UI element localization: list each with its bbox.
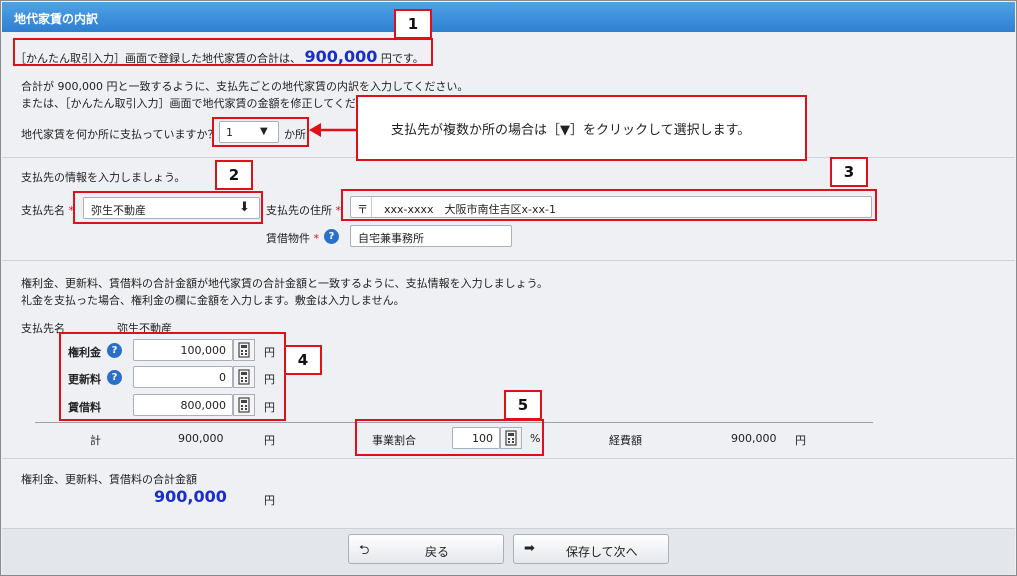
payee-name-label-text: 支払先名 <box>21 204 65 217</box>
property-label-text: 賃借物件 <box>266 232 310 245</box>
expense-value: 900,000 <box>731 432 777 445</box>
expense-label: 経費額 <box>609 434 642 447</box>
save-next-button[interactable]: ➡ 保存して次へ <box>513 534 669 564</box>
highlight-box-2 <box>73 191 263 224</box>
save-next-button-label: 保存して次へ <box>566 545 638 559</box>
highlight-box-4 <box>59 332 286 421</box>
property-value: 自宅兼事務所 <box>358 232 424 245</box>
highlight-box-5 <box>355 419 544 456</box>
intro-line-1: 合計が 900,000 円と一致するように、支払先ごとの地代家賃の内訳を入力して… <box>21 80 469 93</box>
total-label: 計 <box>90 434 101 447</box>
amount-instruction-1: 権利金、更新料、賃借料の合計金額が地代家賃の合計金額と一致するように、支払情報を… <box>21 277 549 290</box>
footer-bar <box>2 529 1015 575</box>
required-mark: * <box>313 232 320 245</box>
marker-1: 1 <box>394 9 432 39</box>
grand-total-value: 900,000 <box>154 487 227 506</box>
marker-5: 5 <box>504 390 542 420</box>
highlight-box-3 <box>341 189 877 221</box>
back-arrow-icon: ⮌ <box>359 543 370 558</box>
expense-unit: 円 <box>795 434 806 447</box>
grand-total-section: 権利金、更新料、賃借料の合計金額 900,000 円 <box>2 459 1015 529</box>
payee-name-label: 支払先名 * <box>21 202 74 218</box>
back-button[interactable]: ⮌ 戻る <box>348 534 504 564</box>
back-button-label: 戻る <box>425 545 450 559</box>
forward-arrow-icon: ➡ <box>524 541 535 556</box>
callout-text: 支払先が複数か所の場合は［▼］をクリックして選択します。 <box>391 123 751 138</box>
total-unit: 円 <box>264 434 275 447</box>
payee-address-label-text: 支払先の住所 <box>266 204 332 217</box>
total-value: 900,000 <box>178 432 224 445</box>
property-label: 賃借物件 * <box>266 230 319 246</box>
dialog-window: 地代家賃の内訳 ［かんたん取引入力］画面で登録した地代家賃の合計は、 900,0… <box>0 0 1017 576</box>
count-question: 地代家賃を何か所に支払っていますか？ <box>21 128 219 141</box>
marker-4: 4 <box>284 345 322 375</box>
payee-address-label: 支払先の住所 * <box>266 202 341 218</box>
payee-prompt: 支払先の情報を入力しましょう。 <box>21 171 186 184</box>
highlight-box-1 <box>13 38 433 66</box>
property-field[interactable]: 自宅兼事務所 <box>350 225 512 247</box>
help-icon[interactable]: ? <box>324 229 339 244</box>
amount-instruction-2: 礼金を支払った場合、権利金の欄に金額を入力します。敷金は入力しません。 <box>21 294 405 307</box>
intro-line-2: または、［かんたん取引入力］画面で地代家賃の金額を修正してくだ <box>21 97 356 110</box>
grand-total-unit: 円 <box>264 494 275 507</box>
grand-total-label: 権利金、更新料、賃借料の合計金額 <box>21 473 197 486</box>
highlight-box-count <box>212 117 309 147</box>
callout-arrow-icon <box>309 123 357 137</box>
callout-box: 支払先が複数か所の場合は［▼］をクリックして選択します。 <box>356 95 807 161</box>
marker-3: 3 <box>830 157 868 187</box>
marker-2: 2 <box>215 160 253 190</box>
dialog-title: 地代家賃の内訳 <box>2 2 1015 32</box>
